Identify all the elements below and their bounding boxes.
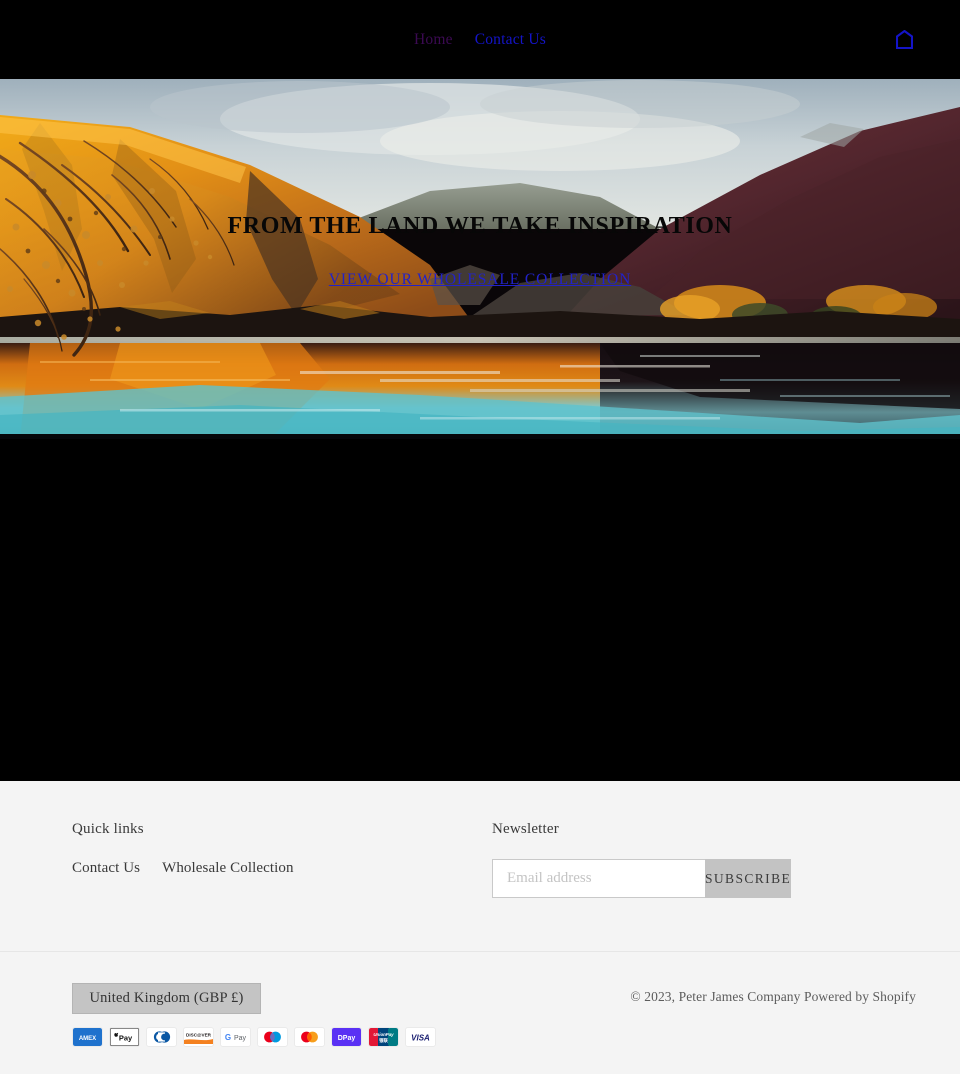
site-header: Home Contact Us — [0, 0, 960, 79]
svg-text:DISC@VER: DISC@VER — [186, 1033, 212, 1038]
cart-link[interactable] — [892, 28, 916, 52]
visa-icon: VISA — [405, 1027, 436, 1047]
nav-item-home: Home — [412, 27, 455, 53]
svg-text:VISA: VISA — [411, 1034, 430, 1043]
mastercard-icon — [294, 1027, 325, 1047]
site-footer: Quick links Contact Us Wholesale Collect… — [0, 781, 960, 1074]
footer-quick-links-column: Quick links Contact Us Wholesale Collect… — [72, 821, 492, 951]
quick-links-list: Contact Us Wholesale Collection — [72, 859, 492, 877]
maestro-icon — [257, 1027, 288, 1047]
svg-text:UnionPay: UnionPay — [373, 1032, 394, 1037]
nav-list: Home Contact Us — [412, 27, 548, 53]
footer-bottom: United Kingdom (GBP £) © 2023, Peter Jam… — [0, 951, 960, 1014]
apple-pay-icon: Pay — [109, 1027, 140, 1047]
hero-content: FROM THE LAND WE TAKE INSPIRATION VIEW O… — [0, 79, 960, 439]
list-item: Contact Us — [72, 859, 140, 877]
list-item: Wholesale Collection — [162, 859, 294, 877]
main-navigation: Home Contact Us — [412, 27, 548, 53]
footer-divider — [0, 951, 960, 952]
svg-text:DPay: DPay — [338, 1035, 356, 1042]
google-pay-icon: G Pay — [220, 1027, 251, 1047]
footer-newsletter-column: Newsletter SUBSCRIBE — [492, 821, 916, 951]
svg-text:Pay: Pay — [234, 1035, 247, 1042]
discover-icon: DISC@VER — [183, 1027, 214, 1047]
quick-links-heading: Quick links — [72, 821, 144, 837]
locale-selector-label: United Kingdom (GBP £) — [89, 990, 244, 1006]
footer-link-wholesale-collection[interactable]: Wholesale Collection — [162, 860, 294, 876]
american-express-icon: AMEX — [72, 1027, 103, 1047]
svg-text:G: G — [225, 1033, 231, 1042]
hero-section: FROM THE LAND WE TAKE INSPIRATION VIEW O… — [0, 79, 960, 439]
svg-text:Pay: Pay — [119, 1034, 133, 1043]
copyright-text: © 2023, Peter James Company Powered by S… — [630, 989, 916, 1004]
svg-text:AMEX: AMEX — [79, 1036, 96, 1042]
nav-link-home[interactable]: Home — [412, 27, 455, 53]
page-body-empty-area — [0, 439, 960, 781]
diners-club-icon — [146, 1027, 177, 1047]
email-field[interactable] — [492, 859, 705, 898]
hero-cta-link[interactable]: VIEW OUR WHOLESALE COLLECTION — [329, 271, 631, 289]
union-pay-icon: UnionPay 银联 — [368, 1027, 399, 1047]
nav-item-contact-us: Contact Us — [473, 27, 548, 53]
newsletter-form: SUBSCRIBE — [492, 859, 792, 898]
payment-methods-list: AMEX Pay DISC@VER G Pay DPay UnionPay 银联 V… — [0, 1014, 960, 1047]
nav-link-contact-us[interactable]: Contact Us — [473, 27, 548, 53]
footer-link-contact-us[interactable]: Contact Us — [72, 860, 140, 876]
hero-title: FROM THE LAND WE TAKE INSPIRATION — [227, 213, 733, 239]
newsletter-heading: Newsletter — [492, 821, 559, 837]
shopping-bag-icon — [895, 30, 913, 49]
country-currency-selector[interactable]: United Kingdom (GBP £) — [72, 983, 261, 1014]
footer-top: Quick links Contact Us Wholesale Collect… — [0, 781, 960, 951]
shop-pay-icon: DPay — [331, 1027, 362, 1047]
svg-text:银联: 银联 — [379, 1037, 388, 1044]
subscribe-button[interactable]: SUBSCRIBE — [705, 859, 792, 898]
